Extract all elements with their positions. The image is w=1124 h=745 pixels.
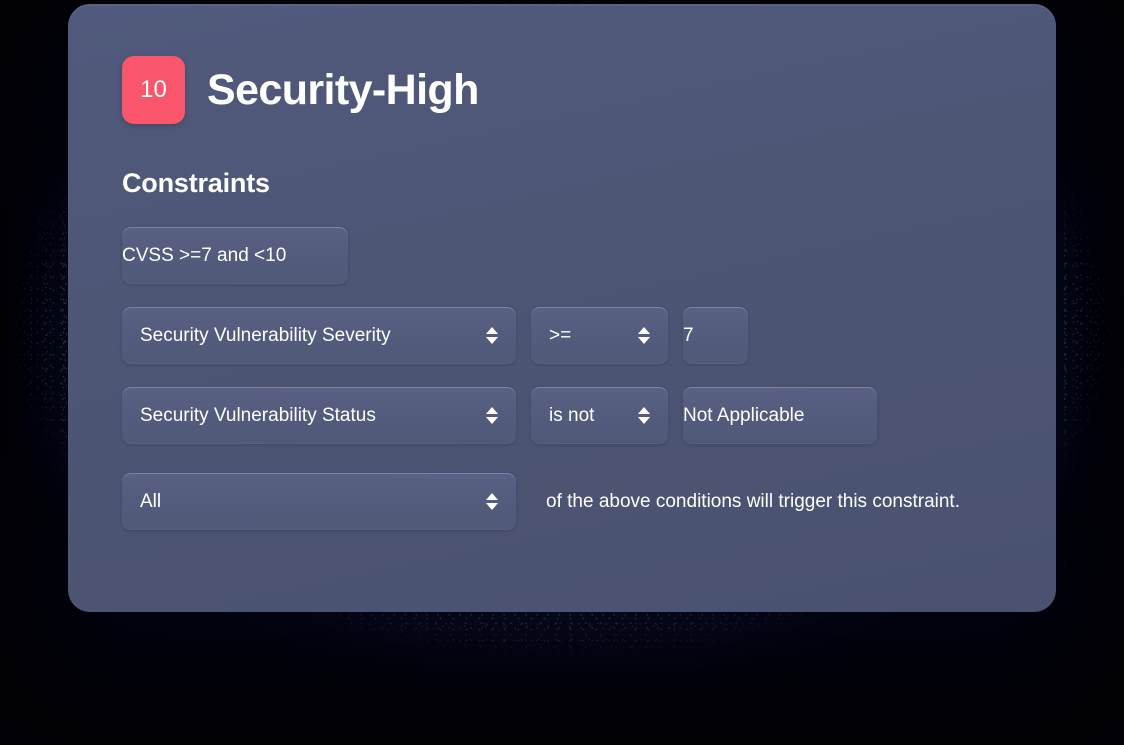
condition-operator-value: is not [549,404,595,426]
condition-row: Security Vulnerability Status is not Not… [122,387,1000,444]
cvss-range-pill[interactable]: CVSS >=7 and <10 [122,227,348,284]
stepper-up-down-icon[interactable] [638,407,650,424]
condition-value-text: 7 [683,324,694,346]
severity-count-value: 10 [139,76,168,103]
condition-attribute-select[interactable]: Security Vulnerability Status [122,387,516,444]
condition-operator-value: >= [549,324,572,346]
condition-attribute-value: Security Vulnerability Severity [140,324,391,346]
stepper-up-down-icon[interactable] [486,493,498,510]
stepper-up-down-icon[interactable] [486,327,498,344]
match-rule-sentence: of the above conditions will trigger thi… [546,490,960,512]
condition-attribute-select[interactable]: Security Vulnerability Severity [122,307,516,364]
condition-value-input[interactable]: Not Applicable [683,387,877,444]
cvss-range-label: CVSS >=7 and <10 [122,244,287,266]
cvss-summary-row: CVSS >=7 and <10 [122,227,1000,284]
constraints-heading: Constraints [122,168,270,198]
condition-attribute-value: Security Vulnerability Status [140,404,376,426]
condition-operator-select[interactable]: >= [531,307,668,364]
condition-value-text: Not Applicable [683,404,805,426]
severity-count-badge: 10 [122,56,185,124]
page-title: Security-High [207,65,479,114]
match-rule-value: All [140,490,162,512]
condition-operator-select[interactable]: is not [531,387,668,444]
condition-value-input[interactable]: 7 [683,307,748,364]
stepper-up-down-icon[interactable] [486,407,498,424]
stepper-up-down-icon[interactable] [638,327,650,344]
match-rule-select[interactable]: All [122,473,516,530]
security-policy-card: 10 Security-High Constraints CVSS >=7 an… [68,4,1056,612]
match-rule-row: All of the above conditions will trigger… [122,473,1000,530]
condition-row: Security Vulnerability Severity >= 7 [122,307,1000,364]
card-header: 10 Security-High [122,56,1000,124]
